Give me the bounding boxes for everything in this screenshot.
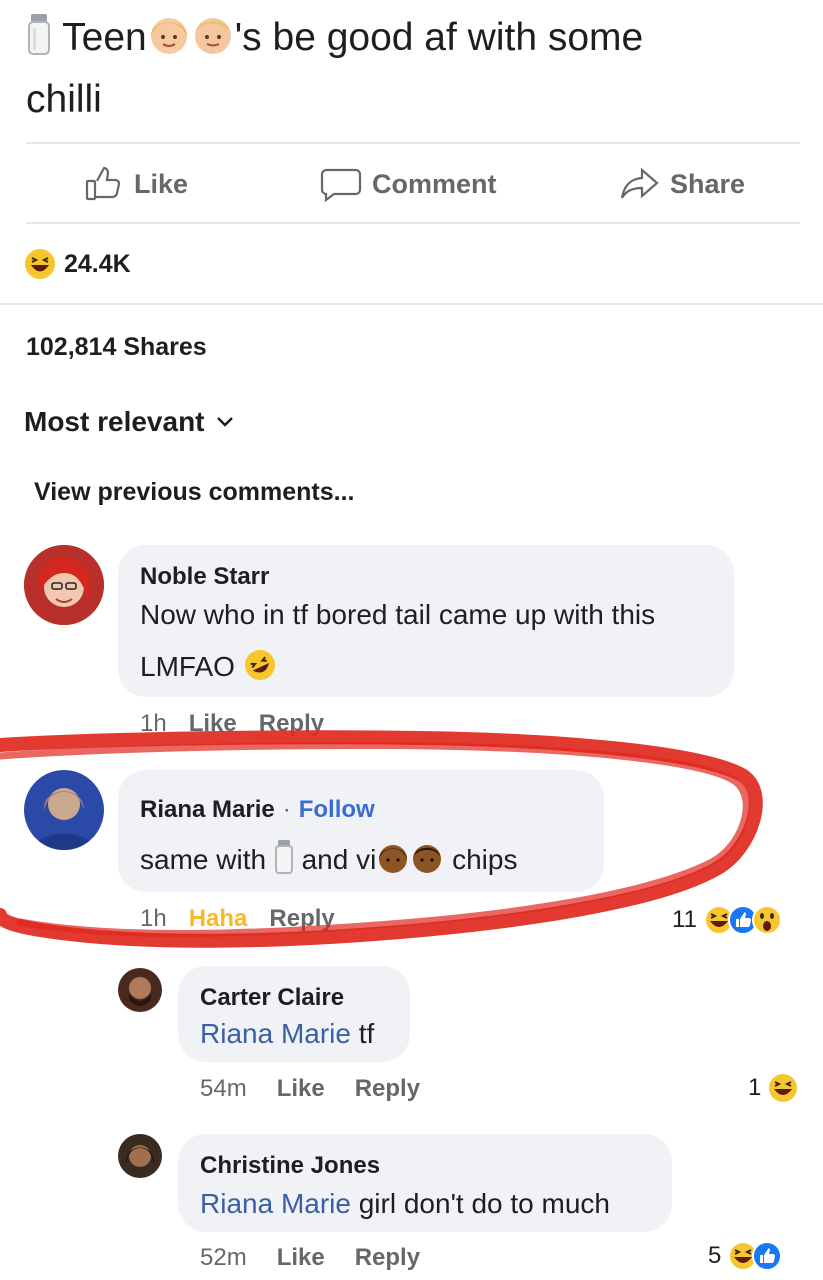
reaction-count: 1 [748,1074,762,1101]
comment-reply-button[interactable]: Reply [355,1075,420,1103]
haha-reaction-icon [769,1074,798,1102]
mention-link[interactable]: Riana Marie [200,1188,351,1219]
comment-text: Riana Marie girl don't do to much [200,1178,610,1230]
comment-reactions[interactable]: 5 [708,1240,783,1272]
comment-bubble: Christine Jones Riana Marie girl don't d… [178,1134,672,1232]
comment-time[interactable]: 54m [200,1075,247,1103]
comment-text-part: girl don't do to much [350,1188,610,1219]
comment-like-button[interactable]: Like [277,1244,325,1272]
mention-link[interactable]: Riana Marie [200,1018,351,1049]
comment-reactions[interactable]: 1 [748,1072,799,1104]
comment-meta: 52m Like Reply [200,1244,420,1272]
comment-like-button[interactable]: Like [277,1075,325,1103]
comment-bubble: Carter Claire Riana Marie tf [178,966,410,1062]
comment-text: Riana Marie tf [200,1008,374,1060]
comment-reply-button[interactable]: Reply [355,1244,420,1272]
avatar[interactable] [118,1134,162,1178]
comment-text-part: tf [350,1018,375,1049]
comment-author[interactable]: Christine Jones [200,1152,380,1180]
comment-meta: 54m Like Reply [200,1075,420,1103]
comment-time[interactable]: 52m [200,1244,247,1272]
avatar[interactable] [118,968,162,1012]
reaction-count: 5 [708,1242,722,1269]
like-reaction-icon [752,1241,783,1271]
